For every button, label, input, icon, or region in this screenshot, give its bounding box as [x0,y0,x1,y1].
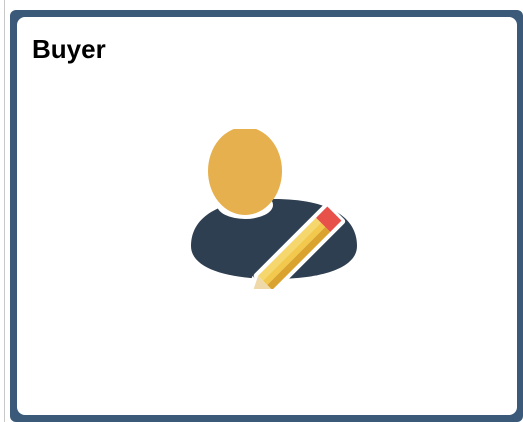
buyer-tile[interactable]: Buyer [10,10,523,422]
tile-title: Buyer [32,34,106,64]
page: Buyer [0,0,523,422]
buyer-person-pencil-icon [191,129,357,289]
tile-body: Buyer [17,17,517,415]
left-divider [4,0,5,422]
person-head-shape [208,129,282,215]
